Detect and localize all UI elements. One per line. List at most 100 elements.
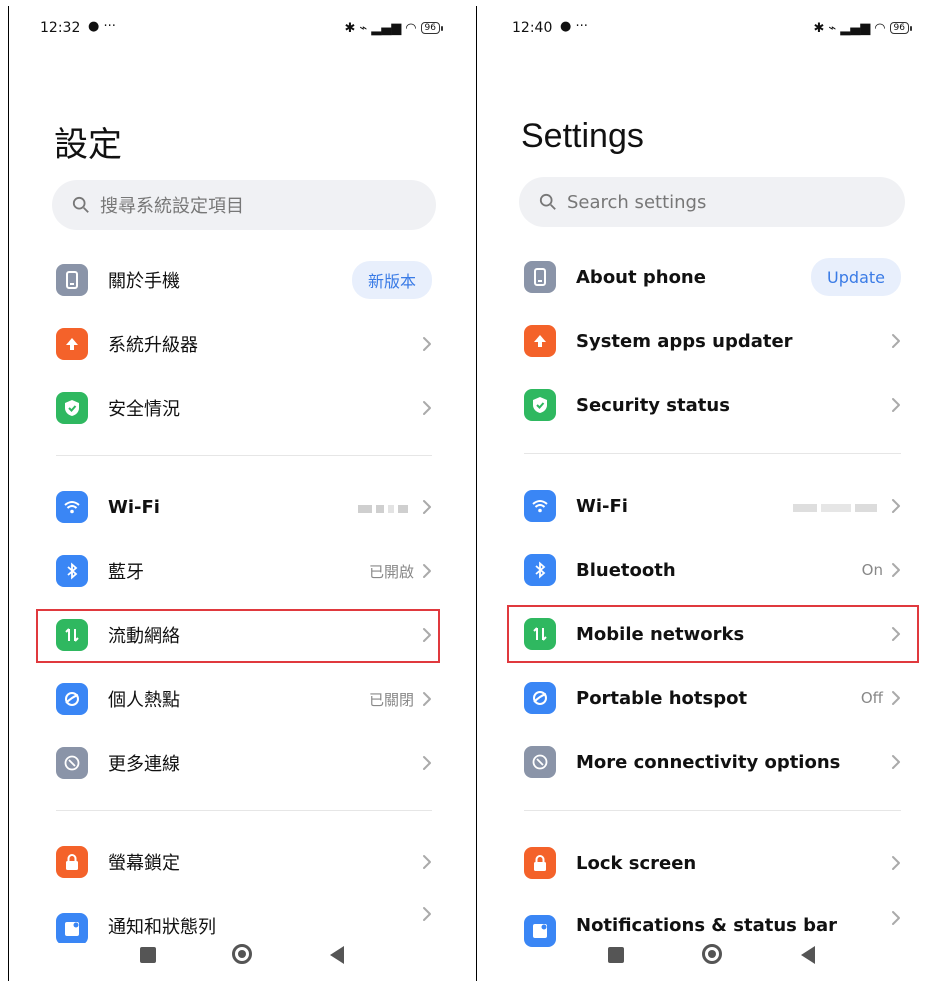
frame-left [8, 6, 9, 981]
lock-screen-item[interactable]: Lock screen [524, 836, 901, 890]
hotspot-icon [56, 683, 88, 715]
divider [524, 810, 901, 811]
home-button[interactable] [702, 944, 722, 964]
hotspot-value: Off [860, 689, 883, 707]
recents-button[interactable] [608, 947, 624, 963]
hotspot-label: Portable hotspot [576, 687, 748, 709]
back-button[interactable] [801, 946, 815, 964]
system-updater-label: System apps updater [576, 330, 793, 352]
search-placeholder: 搜尋系統設定項目 [100, 196, 244, 217]
signal-icon: ▂▄▆ [840, 20, 871, 36]
bluetooth-icon [56, 555, 88, 587]
chevron-right-icon [423, 500, 431, 514]
new-version-badge[interactable]: 新版本 [351, 261, 432, 299]
system-updater-item[interactable]: System apps updater [524, 314, 901, 368]
lock-icon [56, 846, 88, 878]
chevron-right-icon [892, 334, 900, 348]
more-connectivity-item[interactable]: 更多連線 [56, 736, 432, 790]
search-icon [539, 193, 556, 210]
system-updater-label: 系統升級器 [108, 335, 198, 356]
chevron-right-icon [423, 907, 431, 921]
hotspot-icon [524, 682, 556, 714]
lock-screen-item[interactable]: 螢幕鎖定 [56, 835, 432, 889]
bluetooth-value: On [861, 561, 883, 579]
security-status-label: Security status [576, 394, 730, 416]
page-title: 設定 [54, 125, 122, 165]
status-time: 12:32 [40, 20, 81, 36]
search-icon [72, 196, 89, 213]
search-input[interactable]: Search settings [519, 177, 905, 227]
home-button[interactable] [232, 944, 252, 964]
wifi-item[interactable]: Wi-Fi [56, 480, 432, 534]
link-icon [56, 747, 88, 779]
chat-icon: ● ··· [88, 19, 116, 34]
bluetooth-value: 已開啟 [368, 562, 414, 581]
upload-arrow-icon [524, 325, 556, 357]
chevron-right-icon [423, 337, 431, 351]
status-bar: 12:40 ● ··· ✱ ⌁ ▂▄▆ ◠ 96 [481, 18, 941, 40]
frame-middle [476, 6, 477, 981]
update-badge[interactable]: Update [811, 258, 901, 296]
chevron-right-icon [892, 563, 900, 577]
more-connectivity-item[interactable]: More connectivity options [524, 735, 901, 789]
left-screen: 12:32 ● ··· ✱ ⌁ ▂▄▆ ◠ 96 設定 搜尋系統設定項目 關於手… [0, 0, 478, 981]
chevron-right-icon [423, 564, 431, 578]
chevron-right-icon [892, 499, 900, 513]
wifi-icon [524, 490, 556, 522]
right-screen: 12:40 ● ··· ✱ ⌁ ▂▄▆ ◠ 96 Settings Search… [481, 0, 941, 981]
bluetooth-icon [524, 554, 556, 586]
chevron-right-icon [423, 756, 431, 770]
bluetooth-item[interactable]: 藍牙 已開啟 [56, 544, 432, 598]
more-connectivity-label: More connectivity options [576, 751, 841, 773]
wifi-label: Wi-Fi [108, 496, 160, 518]
chevron-right-icon [892, 398, 900, 412]
upload-arrow-icon [56, 328, 88, 360]
hotspot-item[interactable]: Portable hotspot Off [524, 671, 901, 725]
security-status-item[interactable]: Security status [524, 378, 901, 432]
hotspot-item[interactable]: 個人熱點 已關閉 [56, 672, 432, 726]
more-connectivity-label: 更多連線 [108, 754, 180, 775]
security-status-item[interactable]: 安全情況 [56, 381, 432, 435]
shield-icon [524, 389, 556, 421]
phone-icon [56, 264, 88, 296]
wifi-label: Wi-Fi [576, 495, 628, 517]
chevron-right-icon [892, 856, 900, 870]
wifi-network-name-blurred [358, 498, 412, 517]
chevron-right-icon [423, 401, 431, 415]
chevron-right-icon [423, 855, 431, 869]
wifi-item[interactable]: Wi-Fi [524, 479, 901, 533]
hotspot-value: 已關閉 [368, 690, 414, 709]
about-phone-label: 關於手機 [108, 271, 180, 292]
system-updater-item[interactable]: 系統升級器 [56, 317, 432, 371]
chevron-right-icon [892, 910, 900, 925]
notifications-label: Notifications & status bar [576, 915, 838, 936]
shield-icon [56, 392, 88, 424]
back-button[interactable] [330, 946, 344, 964]
wifi-network-name-blurred [793, 497, 881, 516]
divider [56, 455, 432, 456]
chevron-right-icon [892, 755, 900, 769]
lock-icon [524, 847, 556, 879]
mute-icon: ⌁ [828, 20, 837, 36]
about-phone-item[interactable]: 關於手機 新版本 [56, 253, 432, 307]
bluetooth-label: Bluetooth [576, 559, 676, 581]
about-phone-item[interactable]: About phone Update [524, 250, 901, 304]
status-bar: 12:32 ● ··· ✱ ⌁ ▂▄▆ ◠ 96 [0, 18, 478, 40]
mute-icon: ⌁ [359, 20, 368, 36]
bluetooth-item[interactable]: Bluetooth On [524, 543, 901, 597]
navigation-bar [0, 935, 478, 975]
divider [56, 810, 432, 811]
wifi-status-icon: ◠ [405, 20, 417, 36]
navigation-bar [481, 935, 941, 975]
phone-icon [524, 261, 556, 293]
recents-button[interactable] [140, 947, 156, 963]
bluetooth-status-icon: ✱ [344, 20, 356, 36]
search-input[interactable]: 搜尋系統設定項目 [52, 180, 436, 230]
status-time: 12:40 [512, 20, 553, 36]
status-icons: ✱ ⌁ ▂▄▆ ◠ 96 [344, 18, 444, 38]
highlight-box [507, 605, 919, 663]
hotspot-label: 個人熱點 [108, 690, 180, 711]
lock-screen-label: Lock screen [576, 852, 697, 874]
status-icons: ✱ ⌁ ▂▄▆ ◠ 96 [813, 18, 913, 38]
wifi-status-icon: ◠ [874, 20, 886, 36]
